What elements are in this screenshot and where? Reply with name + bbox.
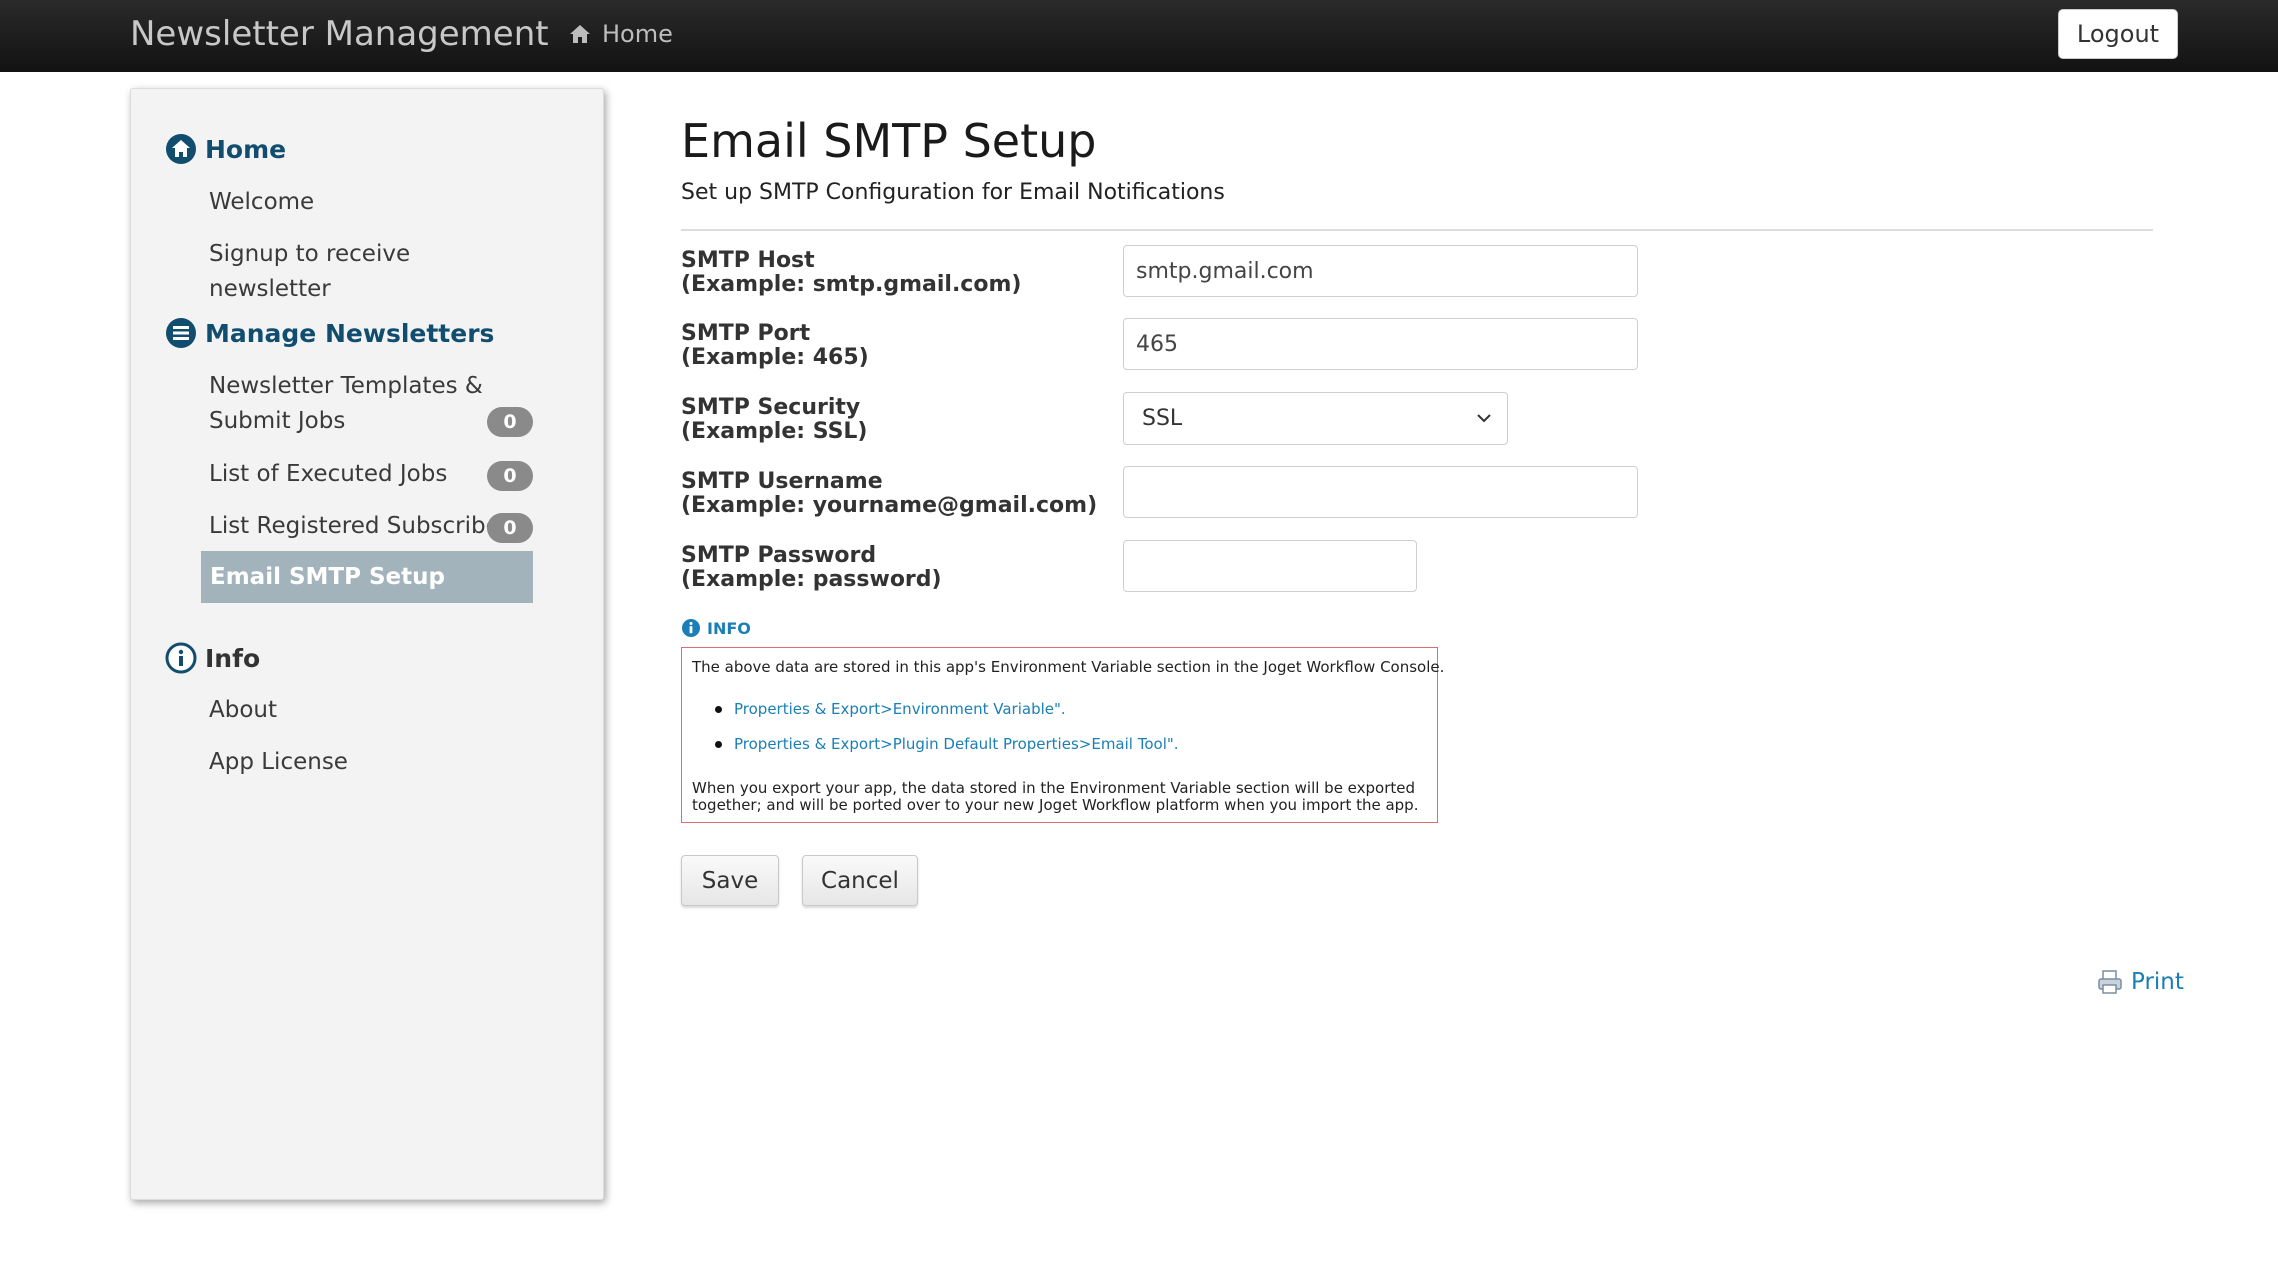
smtp-password-label: SMTP Password (Example: password) — [681, 544, 942, 592]
info-note: When you export your app, the data store… — [692, 779, 1419, 814]
smtp-port-label-text: SMTP Port — [681, 321, 811, 346]
smtp-security-label-text: SMTP Security — [681, 395, 861, 420]
smtp-security-example: (Example: SSL) — [681, 419, 868, 444]
page-title: Email SMTP Setup — [681, 114, 1097, 168]
sidebar-item-label: Newsletter Templates & Submit Jobs — [209, 373, 483, 434]
sidebar-item-templates[interactable]: Newsletter Templates & Submit Jobs 0 — [209, 369, 533, 439]
smtp-security-value: SSL — [1142, 406, 1183, 431]
smtp-username-example: (Example: yourname@gmail.com) — [681, 493, 1098, 518]
smtp-password-example: (Example: password) — [681, 567, 942, 592]
info-intro: The above data are stored in this app's … — [692, 658, 1445, 676]
info-link-email-tool[interactable]: Properties & Export>Plugin Default Prope… — [734, 735, 1179, 753]
sidebar-section-info-title: Info — [205, 643, 261, 673]
sidebar-section-manage-title: Manage Newsletters — [205, 318, 495, 348]
smtp-security-label: SMTP Security (Example: SSL) — [681, 396, 867, 444]
print-label: Print — [2131, 969, 2184, 995]
smtp-username-label-text: SMTP Username — [681, 469, 883, 494]
sidebar-item-executed-jobs[interactable]: List of Executed Jobs 0 — [209, 457, 533, 492]
sidebar-item-email-smtp-setup[interactable]: Email SMTP Setup — [201, 551, 533, 603]
bullet — [715, 741, 722, 748]
sidebar-section-home-title: Home — [205, 134, 287, 164]
smtp-port-label: SMTP Port (Example: 465) — [681, 322, 869, 370]
info-link-environment-variable[interactable]: Properties & Export>Environment Variable… — [734, 700, 1066, 718]
smtp-password-input[interactable] — [1123, 540, 1417, 592]
smtp-host-input[interactable] — [1123, 245, 1638, 297]
top-navbar: Newsletter Management Home Logout — [0, 0, 2278, 72]
info-box: The above data are stored in this app's … — [681, 647, 1444, 823]
sidebar-section-home[interactable]: Home — [165, 133, 286, 165]
smtp-host-label: SMTP Host (Example: smtp.gmail.com) — [681, 249, 1021, 297]
bullet — [715, 706, 722, 713]
home-circle-icon — [166, 134, 196, 164]
sidebar-item-app-license[interactable]: App License — [209, 745, 529, 780]
nav-home-label: Home — [602, 20, 673, 48]
smtp-host-example: (Example: smtp.gmail.com) — [681, 272, 1022, 297]
sidebar-item-about[interactable]: About — [209, 693, 529, 728]
sidebar-section-manage[interactable]: Manage Newsletters — [165, 317, 494, 349]
smtp-username-input[interactable] — [1123, 466, 1638, 518]
sidebar-item-label: App License — [209, 749, 348, 775]
chevron-down-icon — [1477, 414, 1491, 423]
home-icon — [570, 25, 590, 43]
nav-home-link[interactable]: Home — [568, 20, 673, 48]
app-brand[interactable]: Newsletter Management — [130, 14, 549, 54]
count-badge: 0 — [487, 407, 533, 437]
sidebar-item-label: Welcome — [209, 189, 315, 215]
sidebar: Home Welcome Signup to receive newslette… — [130, 88, 604, 1200]
sidebar-item-label: List of Executed Jobs — [209, 461, 448, 487]
sidebar-item-label: Signup to receive newsletter — [209, 241, 411, 302]
cancel-button[interactable]: Cancel — [802, 855, 918, 906]
print-link[interactable]: Print — [2097, 969, 2184, 995]
smtp-port-example: (Example: 465) — [681, 345, 869, 370]
smtp-port-input[interactable] — [1123, 318, 1638, 370]
info-circle-icon — [165, 642, 197, 674]
divider — [681, 229, 2153, 231]
newsletter-circle-icon — [166, 318, 196, 348]
smtp-username-label: SMTP Username (Example: yourname@gmail.c… — [681, 470, 1097, 518]
smtp-password-label-text: SMTP Password — [681, 543, 877, 568]
info-heading: INFO — [681, 618, 751, 638]
smtp-security-select[interactable]: SSL — [1123, 392, 1508, 445]
sidebar-item-subscribers[interactable]: List Registered Subscribers 0 — [209, 509, 533, 544]
save-button[interactable]: Save — [681, 855, 779, 906]
info-circle-icon — [682, 619, 700, 637]
count-badge: 0 — [487, 461, 533, 491]
logout-button[interactable]: Logout — [2058, 9, 2178, 59]
sidebar-item-label: List Registered Subscribers — [209, 513, 522, 539]
smtp-host-label-text: SMTP Host — [681, 248, 815, 273]
sidebar-item-welcome[interactable]: Welcome — [209, 185, 529, 220]
page-subtitle: Set up SMTP Configuration for Email Noti… — [681, 180, 1225, 205]
count-badge: 0 — [487, 513, 533, 543]
sidebar-item-label: About — [209, 697, 278, 723]
print-icon — [2098, 970, 2122, 994]
sidebar-section-info[interactable]: Info — [165, 642, 260, 674]
info-heading-text: INFO — [707, 618, 751, 638]
sidebar-item-signup[interactable]: Signup to receive newsletter — [209, 237, 529, 307]
